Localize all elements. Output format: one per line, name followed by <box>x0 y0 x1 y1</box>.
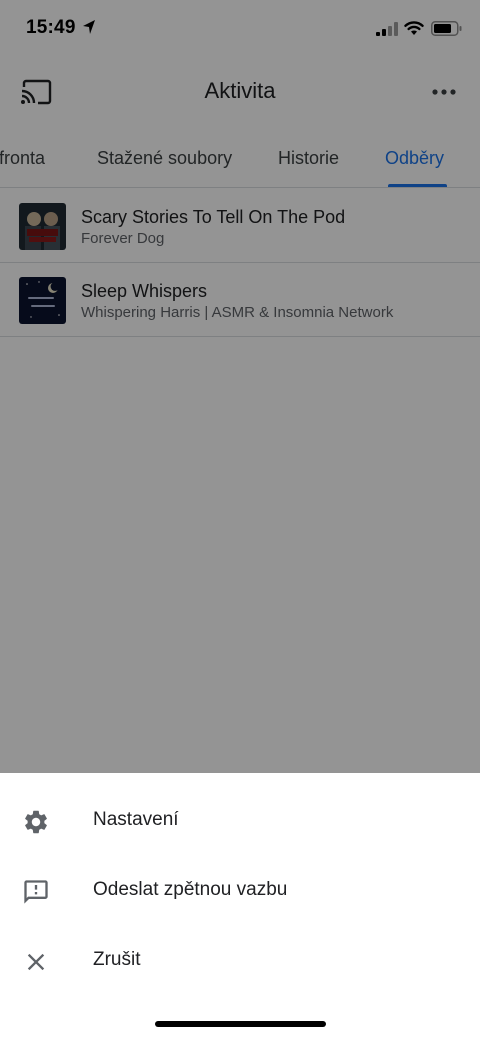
settings-gear-icon <box>25 810 47 834</box>
menu-item-label: Odeslat zpětnou vazbu <box>93 879 288 900</box>
menu-item-feedback[interactable]: Odeslat zpětnou vazbu <box>0 855 480 925</box>
close-icon <box>27 953 45 971</box>
menu-item-cancel[interactable]: Zrušit <box>0 925 480 995</box>
feedback-icon <box>24 880 48 904</box>
menu-item-label: Zrušit <box>93 949 141 970</box>
home-indicator[interactable] <box>155 1021 326 1027</box>
bottom-sheet-menu: Nastavení Odeslat zpětnou vazbu Zrušit <box>0 773 480 1039</box>
menu-item-label: Nastavení <box>93 809 179 830</box>
menu-item-settings[interactable]: Nastavení <box>0 785 480 855</box>
app-screen: 15:49 Aktivita fronta Stažené soubory Hi… <box>0 0 480 1039</box>
